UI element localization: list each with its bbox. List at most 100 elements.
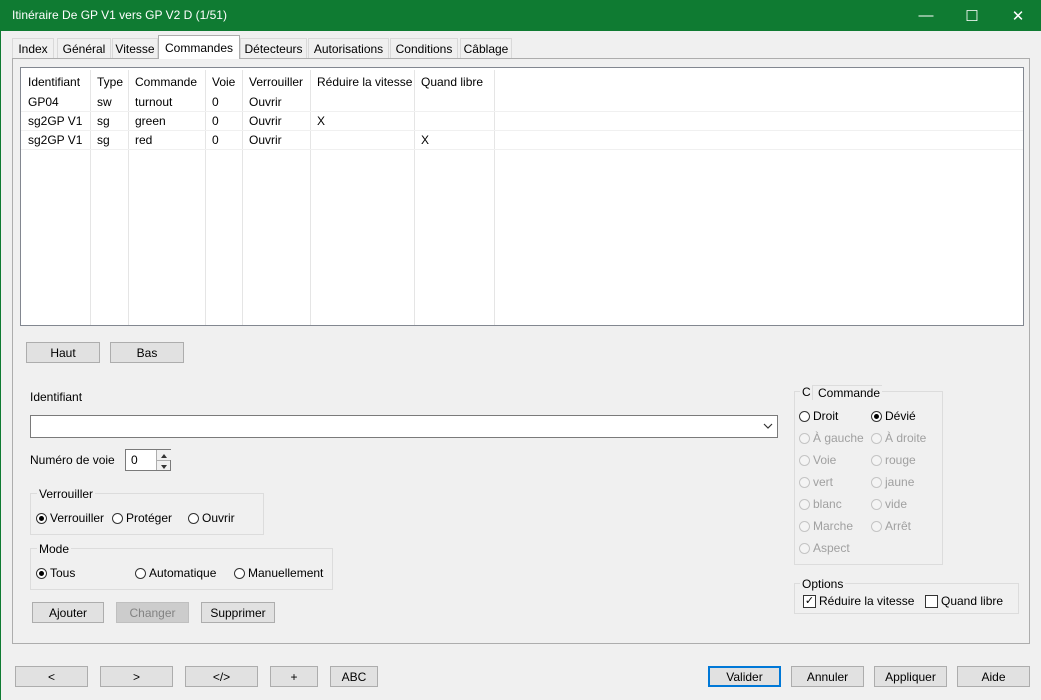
cell-reduire-vitesse bbox=[310, 93, 317, 112]
checkbox-reduire-vitesse[interactable]: ✓ Réduire la vitesse bbox=[803, 594, 914, 608]
radio-dot bbox=[799, 476, 810, 488]
radio-dot bbox=[135, 567, 146, 579]
cell-verrouiller: Ouvrir bbox=[249, 95, 282, 109]
close-button[interactable]: ✕ bbox=[995, 0, 1041, 31]
window-left-edge bbox=[0, 31, 7, 700]
radio-label: rouge bbox=[885, 453, 916, 467]
previous-button[interactable]: < bbox=[15, 666, 88, 687]
tab-vitesse[interactable]: Vitesse bbox=[112, 38, 158, 58]
radio-vide[interactable]: vide bbox=[871, 497, 907, 511]
radio-blanc[interactable]: blanc bbox=[799, 497, 842, 511]
radio-droit[interactable]: Droit bbox=[799, 409, 838, 423]
cell-quand-libre: X bbox=[421, 133, 430, 147]
cell-reduire-vitesse bbox=[310, 131, 317, 150]
add-button[interactable]: Ajouter bbox=[32, 602, 104, 623]
tab-index[interactable]: Index bbox=[12, 38, 54, 58]
verrouiller-group-title: Verrouiller bbox=[37, 487, 96, 501]
tab-conditions[interactable]: Conditions bbox=[390, 38, 458, 58]
radio-dot bbox=[871, 432, 882, 444]
radio-label: blanc bbox=[813, 497, 842, 511]
identifiant-label: Identifiant bbox=[30, 390, 83, 404]
spin-down-button[interactable] bbox=[156, 460, 170, 470]
radio-manuellement[interactable]: Manuellement bbox=[234, 566, 323, 580]
cancel-button[interactable]: Annuler bbox=[791, 666, 864, 687]
window-title: Itinéraire De GP V1 vers GP V2 D (1/51) bbox=[12, 8, 227, 22]
column-header-identifiant[interactable]: Identifiant bbox=[21, 71, 80, 93]
help-button[interactable]: Aide bbox=[957, 666, 1030, 687]
move-up-button[interactable]: Haut bbox=[26, 342, 100, 363]
abc-button[interactable]: ABC bbox=[330, 666, 378, 687]
cell-quand-libre bbox=[414, 112, 421, 131]
column-header-commande[interactable]: Commande bbox=[128, 71, 197, 93]
check-icon: ✓ bbox=[803, 594, 816, 608]
radio-dot bbox=[799, 432, 810, 444]
cell-quand-libre bbox=[414, 93, 421, 112]
tab-cablage[interactable]: Câblage bbox=[460, 38, 512, 58]
radio-vert[interactable]: vert bbox=[799, 475, 833, 489]
identifiant-combobox[interactable] bbox=[30, 415, 778, 438]
mode-group-title: Mode bbox=[37, 542, 72, 556]
maximize-button[interactable]: ☐ bbox=[949, 0, 995, 31]
radio-label: Ouvrir bbox=[202, 511, 235, 525]
radio-automatique[interactable]: Automatique bbox=[135, 566, 216, 580]
code-view-button[interactable]: </> bbox=[185, 666, 258, 687]
tab-detecteurs[interactable]: Détecteurs bbox=[240, 38, 307, 58]
radio-dot bbox=[871, 410, 882, 422]
column-header-verrouiller[interactable]: Verrouiller bbox=[242, 71, 303, 93]
radio-dot bbox=[799, 520, 810, 532]
spin-up-button[interactable] bbox=[156, 450, 171, 460]
cell-commande: green bbox=[135, 114, 166, 128]
radio-tous[interactable]: Tous bbox=[36, 566, 75, 580]
cell-type: sw bbox=[97, 95, 112, 109]
next-button[interactable]: > bbox=[100, 666, 173, 687]
radio-dot bbox=[871, 498, 882, 510]
radio-dot bbox=[799, 454, 810, 466]
radio-devie[interactable]: Dévié bbox=[871, 409, 916, 423]
radio-verrouiller[interactable]: Verrouiller bbox=[36, 511, 104, 525]
column-header-quand-libre[interactable]: Quand libre bbox=[414, 71, 483, 93]
radio-proteger[interactable]: Protéger bbox=[112, 511, 172, 525]
radio-label: À droite bbox=[885, 431, 927, 445]
chevron-down-icon[interactable] bbox=[763, 423, 773, 430]
column-header-reduire-vitesse[interactable]: Réduire la vitesse bbox=[310, 71, 412, 93]
radio-dot bbox=[871, 454, 882, 466]
radio-dot bbox=[799, 542, 810, 554]
delete-button[interactable]: Supprimer bbox=[201, 602, 275, 623]
minimize-button[interactable]: — bbox=[903, 0, 949, 31]
radio-ouvrir[interactable]: Ouvrir bbox=[188, 511, 235, 525]
radio-a-gauche[interactable]: À gauche bbox=[799, 431, 864, 445]
validate-button[interactable]: Valider bbox=[708, 666, 781, 687]
radio-voie[interactable]: Voie bbox=[799, 453, 836, 467]
move-down-button[interactable]: Bas bbox=[110, 342, 184, 363]
radio-jaune[interactable]: jaune bbox=[871, 475, 914, 489]
radio-dot bbox=[188, 512, 199, 524]
checkbox-quand-libre[interactable]: Quand libre bbox=[925, 594, 1003, 608]
column-header-voie[interactable]: Voie bbox=[205, 71, 235, 93]
radio-rouge[interactable]: rouge bbox=[871, 453, 916, 467]
cell-commande: turnout bbox=[135, 95, 173, 109]
radio-dot bbox=[36, 567, 47, 579]
radio-label: Arrêt bbox=[885, 519, 912, 533]
radio-label: Droit bbox=[813, 409, 839, 423]
column-header-type[interactable]: Type bbox=[90, 71, 123, 93]
radio-marche[interactable]: Marche bbox=[799, 519, 853, 533]
radio-dot bbox=[36, 512, 47, 524]
radio-aspect[interactable]: Aspect bbox=[799, 541, 850, 555]
radio-dot bbox=[799, 498, 810, 510]
add-item-button[interactable]: + bbox=[270, 666, 318, 687]
commands-table[interactable]: Identifiant Type Commande Voie Verrouill… bbox=[20, 67, 1024, 326]
apply-button[interactable]: Appliquer bbox=[874, 666, 947, 687]
tab-general[interactable]: Général bbox=[57, 38, 111, 58]
voie-spinner[interactable]: 0 bbox=[125, 449, 171, 471]
radio-label: Voie bbox=[813, 453, 837, 467]
tab-commandes[interactable]: Commandes bbox=[158, 35, 240, 59]
radio-label: jaune bbox=[885, 475, 915, 489]
radio-label: Tous bbox=[50, 566, 76, 580]
change-button[interactable]: Changer bbox=[116, 602, 189, 623]
radio-dot bbox=[234, 567, 245, 579]
radio-a-droite[interactable]: À droite bbox=[871, 431, 926, 445]
radio-label: Protéger bbox=[126, 511, 173, 525]
tab-autorisations[interactable]: Autorisations bbox=[308, 38, 389, 58]
cell-type: sg bbox=[97, 133, 110, 147]
radio-arret[interactable]: Arrêt bbox=[871, 519, 911, 533]
